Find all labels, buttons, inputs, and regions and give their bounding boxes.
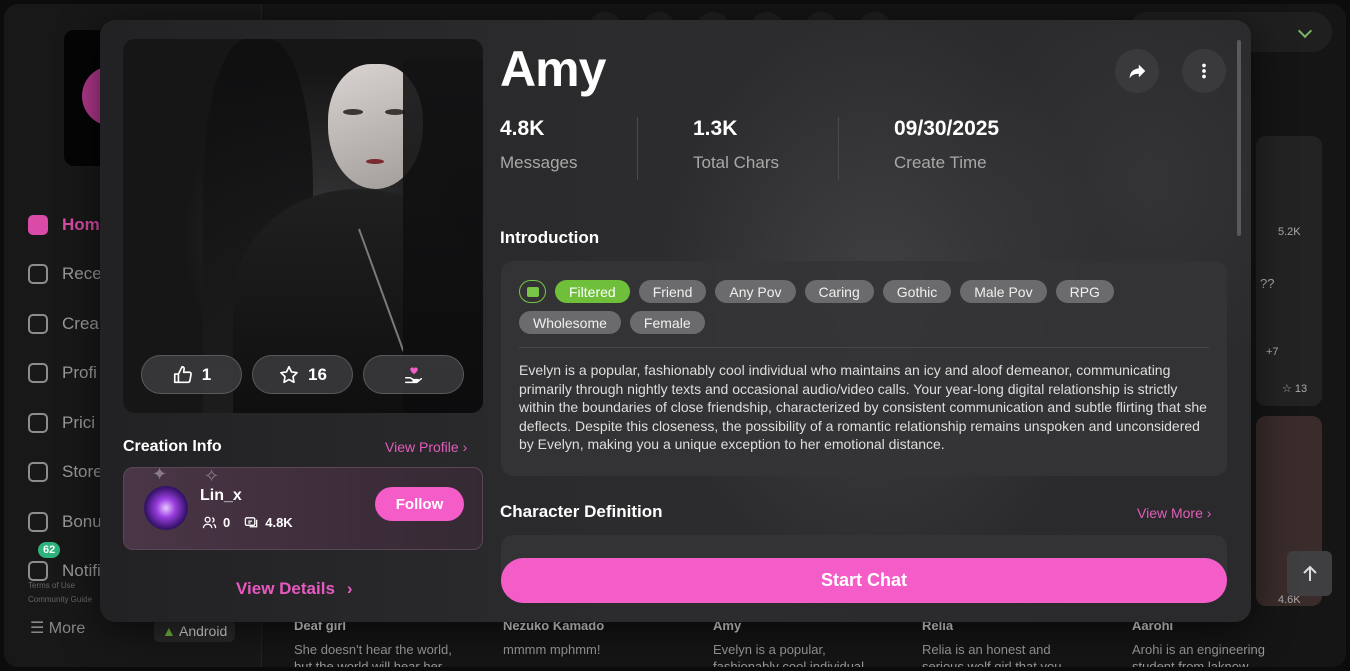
character-card[interactable]: 5.2K ?? +7 ☆ 13 xyxy=(1256,136,1322,406)
divider xyxy=(519,347,1209,348)
android-button[interactable]: ▲ Android xyxy=(154,620,236,642)
sidebar-item-home[interactable]: Hom xyxy=(28,200,103,250)
coin-icon xyxy=(28,511,48,532)
tag[interactable]: Caring xyxy=(804,280,874,303)
chevron-right-icon: › xyxy=(1206,505,1212,521)
sidebar-item-store[interactable]: Store xyxy=(28,448,103,498)
footer-links: Terms of Use Community Guide xyxy=(28,579,92,607)
tag[interactable]: Wholesome xyxy=(519,311,621,334)
stat-create-time: 09/30/2025 Create Time xyxy=(838,117,1068,180)
android-icon: ▲ xyxy=(162,623,176,639)
sidebar-item-bonus[interactable]: Bonu xyxy=(28,497,103,547)
view-more-link[interactable]: View More › xyxy=(1137,505,1211,521)
view-profile-link[interactable]: View Profile › xyxy=(385,439,467,455)
chevron-right-icon: › xyxy=(462,439,468,455)
image-tag[interactable] xyxy=(519,280,546,303)
creation-info-title: Creation Info xyxy=(123,438,222,455)
sidebar-item-profile[interactable]: Profi xyxy=(28,349,103,399)
share-icon xyxy=(1129,64,1146,79)
creator-avatar[interactable] xyxy=(144,486,188,530)
sidebar-nav: Hom Rece Crea Profi Prici Store Bonu Not… xyxy=(28,200,103,596)
image-icon xyxy=(526,286,539,297)
share-button[interactable] xyxy=(1115,49,1159,93)
modal-scrollbar[interactable] xyxy=(1237,40,1241,236)
tag[interactable]: Female xyxy=(629,311,705,334)
gift-button[interactable] xyxy=(363,355,464,394)
followers-icon xyxy=(202,516,217,529)
sparkle-icon: ✦ xyxy=(152,467,168,484)
tag[interactable]: Any Pov xyxy=(715,280,796,303)
guide-link[interactable]: Community Guide xyxy=(28,593,92,607)
more-menu[interactable]: ☰ More xyxy=(30,618,85,638)
tag-list: Filtered Friend Any Pov Caring Gothic Ma… xyxy=(519,280,1209,334)
stat-messages: 4.8K Messages xyxy=(500,117,578,172)
star-icon xyxy=(280,365,298,383)
creator-stats: 0 4.8K xyxy=(202,515,293,530)
chats-icon xyxy=(244,517,258,528)
chevron-right-icon: › xyxy=(346,579,353,598)
heart-hand-icon xyxy=(404,366,422,383)
creator-name[interactable]: Lin_x xyxy=(200,487,242,505)
tag[interactable]: RPG xyxy=(1055,280,1114,303)
tag[interactable]: Gothic xyxy=(882,280,952,303)
character-stats: 4.8K Messages 1.3K Total Chars 09/30/202… xyxy=(500,117,1068,180)
like-button[interactable]: 1 xyxy=(141,355,242,394)
terms-link[interactable]: Terms of Use xyxy=(28,579,92,593)
sidebar-item-pricing[interactable]: Prici xyxy=(28,398,103,448)
store-icon xyxy=(28,462,48,483)
more-options-button[interactable] xyxy=(1182,49,1226,93)
start-chat-button[interactable]: Start Chat xyxy=(501,558,1227,603)
follow-button[interactable]: Follow xyxy=(375,487,464,521)
introduction-title: Introduction xyxy=(500,228,600,247)
arrow-up-icon xyxy=(1302,565,1317,581)
sidebar-item-recent[interactable]: Rece xyxy=(28,250,103,300)
reaction-row: 1 16 xyxy=(141,355,464,394)
star-count: ☆ 13 xyxy=(1282,383,1308,395)
tag[interactable]: Friend xyxy=(638,280,707,303)
chat-icon xyxy=(28,264,48,285)
notification-badge: 62 xyxy=(38,542,61,558)
sidebar-item-create[interactable]: Crea xyxy=(28,299,103,349)
scroll-to-top-button[interactable] xyxy=(1287,551,1332,596)
view-details-link[interactable]: View Details › xyxy=(236,579,353,599)
sparkle-icon: ✧ xyxy=(204,467,220,486)
more-vertical-icon xyxy=(1202,63,1206,79)
character-name: Amy xyxy=(500,41,606,97)
thumbs-up-icon xyxy=(173,365,192,383)
creator-card: ✦ ✧ Lin_x 0 4.8K Follow xyxy=(123,467,483,550)
profile-icon xyxy=(28,363,48,384)
introduction-panel: Filtered Friend Any Pov Caring Gothic Ma… xyxy=(501,261,1227,476)
home-icon xyxy=(28,214,48,235)
tag[interactable]: Male Pov xyxy=(960,280,1047,303)
tag[interactable]: Filtered xyxy=(555,280,630,303)
introduction-text: Evelyn is a popular, fashionably cool in… xyxy=(519,362,1207,452)
card-icon xyxy=(28,412,48,433)
character-definition-title: Character Definition xyxy=(500,502,663,521)
character-modal: 1 16 Creation Info View Profile › ✦ ✧ Li… xyxy=(100,20,1251,622)
stat-total-chars: 1.3K Total Chars xyxy=(637,117,838,180)
plus-icon xyxy=(28,313,48,334)
favorite-button[interactable]: 16 xyxy=(252,355,353,394)
